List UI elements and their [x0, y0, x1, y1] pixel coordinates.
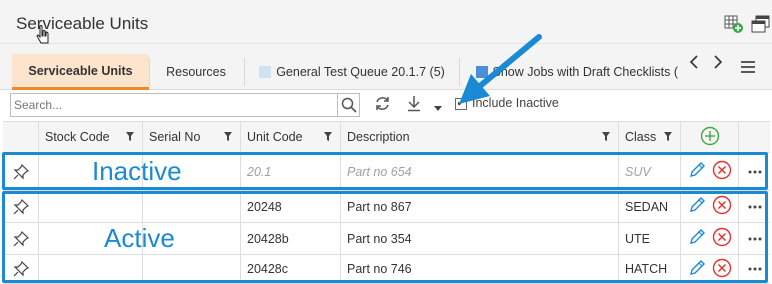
annotation-arrow-icon: [459, 34, 542, 104]
pin-icon[interactable]: [3, 223, 39, 254]
inactive-annotation-label: Inactive: [92, 156, 182, 186]
edit-icon[interactable]: [688, 228, 706, 249]
refresh-icon[interactable]: [374, 95, 391, 115]
title-bar: Serviceable Units: [0, 0, 772, 44]
more-options-icon[interactable]: [739, 191, 770, 222]
row-actions: [681, 255, 739, 283]
pin-column-header: [3, 122, 39, 152]
cell-description: Part no 354: [341, 223, 619, 254]
tab-label: General Test Queue 20.1.7 (5): [276, 65, 445, 79]
tab-divider: [244, 58, 245, 86]
more-column-header: [739, 122, 770, 152]
pin-icon[interactable]: [3, 153, 39, 190]
cell-unit-code: 20428c: [241, 255, 341, 283]
cell-description: Part no 867: [341, 191, 619, 222]
delete-icon[interactable]: [712, 160, 732, 183]
row-actions: [681, 153, 739, 190]
filter-icon[interactable]: [664, 131, 672, 143]
tab-label: Resources: [166, 65, 226, 79]
active-annotation-label: Active: [104, 223, 175, 253]
search-input[interactable]: [11, 94, 337, 116]
cell-unit-code: 20428b: [241, 223, 341, 254]
filter-icon[interactable]: [602, 131, 610, 143]
column-header-unit-code[interactable]: Unit Code: [241, 122, 341, 152]
tab-bar: Serviceable Units Resources General Test…: [0, 44, 772, 90]
edit-icon[interactable]: [688, 196, 706, 217]
queue-color-icon: [259, 66, 272, 78]
filter-icon[interactable]: [324, 131, 332, 143]
cell-description: Part no 654: [341, 153, 619, 190]
table-row[interactable]: 20248 Part no 867 SEDAN: [3, 191, 770, 223]
cell-unit-code: 20248: [241, 191, 341, 222]
column-header-class[interactable]: Class: [619, 122, 681, 152]
filter-icon[interactable]: [224, 131, 232, 143]
more-options-icon[interactable]: [739, 153, 770, 190]
cell-class: SEDAN: [619, 191, 681, 222]
delete-icon[interactable]: [712, 227, 732, 250]
column-header-serial-no[interactable]: Serial No: [143, 122, 241, 152]
windows-icon[interactable]: [751, 14, 771, 34]
add-row-cell: [681, 122, 739, 152]
tab-scroll-left-icon[interactable]: [688, 54, 700, 75]
edit-icon[interactable]: [688, 259, 706, 280]
column-header-stock-code[interactable]: Stock Code: [39, 122, 143, 152]
row-actions: [681, 191, 739, 222]
cell-stock-code: [39, 255, 143, 283]
tab-label: Serviceable Units: [28, 63, 133, 78]
tab-resources[interactable]: Resources: [150, 54, 242, 90]
cell-unit-code: 20.1: [241, 153, 341, 190]
cell-class: HATCH: [619, 255, 681, 283]
tab-scroll-right-icon[interactable]: [712, 54, 724, 75]
cell-stock-code: [39, 191, 143, 222]
cell-class: UTE: [619, 223, 681, 254]
search-box: [10, 93, 360, 117]
cell-serial-no: [143, 191, 241, 222]
grid-header-row: Stock Code Serial No Unit Code Descripti…: [3, 121, 770, 153]
search-icon[interactable]: [337, 94, 359, 116]
tab-general-test-queue[interactable]: General Test Queue 20.1.7 (5): [248, 54, 456, 90]
grid-add-icon[interactable]: [724, 14, 744, 34]
delete-icon[interactable]: [712, 195, 732, 218]
table-row[interactable]: 20428c Part no 746 HATCH: [3, 255, 770, 284]
add-icon[interactable]: [700, 126, 720, 149]
delete-icon[interactable]: [712, 258, 732, 281]
pin-icon[interactable]: [3, 255, 39, 283]
grid-toolbar: ✔ Include Inactive: [0, 90, 772, 121]
more-options-icon[interactable]: [739, 223, 770, 254]
column-header-description[interactable]: Description: [341, 122, 619, 152]
cell-serial-no: [143, 255, 241, 283]
row-actions: [681, 223, 739, 254]
download-icon[interactable]: [406, 95, 422, 115]
cell-class: SUV: [619, 153, 681, 190]
tab-serviceable-units[interactable]: Serviceable Units: [12, 54, 149, 90]
filter-icon[interactable]: [126, 131, 134, 143]
pin-icon[interactable]: [3, 191, 39, 222]
caret-down-icon[interactable]: [434, 101, 442, 115]
hamburger-menu-icon[interactable]: [740, 58, 756, 79]
more-options-icon[interactable]: [739, 255, 770, 283]
edit-icon[interactable]: [688, 161, 706, 182]
cell-description: Part no 746: [341, 255, 619, 283]
